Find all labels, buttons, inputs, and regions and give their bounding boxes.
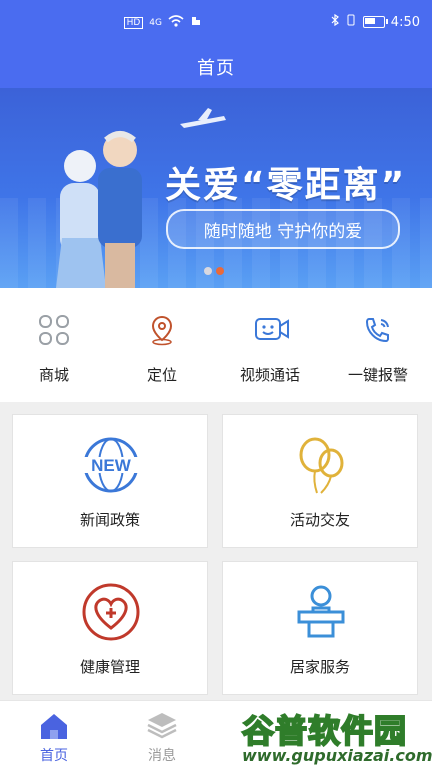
tab-label: 首页 xyxy=(40,748,68,764)
signal-label: 4G xyxy=(149,18,162,28)
status-bar: HD 4G 4:50 xyxy=(0,0,432,44)
watermark-url: www.gupuxiazai.com xyxy=(242,746,432,765)
phone-alarm-icon xyxy=(365,318,389,343)
heart-cross-icon xyxy=(82,583,140,641)
balloons-icon xyxy=(299,437,344,494)
news-globe-icon: NEW xyxy=(81,437,141,493)
airplane-icon xyxy=(180,108,226,128)
app-header: HD 4G 4:50 首页 xyxy=(0,0,432,88)
layers-icon xyxy=(147,713,177,739)
quick-item-shop[interactable]: 商城 xyxy=(0,288,108,402)
battery-icon xyxy=(362,16,388,28)
card-activities-friends[interactable]: 活动交友 xyxy=(222,414,418,548)
quick-item-location[interactable]: 定位 xyxy=(108,288,216,402)
quick-item-label: 定位 xyxy=(146,366,177,384)
app-notify-icon xyxy=(190,15,202,31)
carousel-dot-active[interactable] xyxy=(216,267,224,275)
quick-item-emergency-call[interactable]: 一键报警 xyxy=(324,288,432,402)
card-label: 健康管理 xyxy=(79,658,140,676)
location-pin-icon xyxy=(151,315,173,346)
status-time: 4:50 xyxy=(390,14,420,30)
tab-home[interactable]: 首页 xyxy=(0,701,108,769)
tab-messages[interactable]: 消息 xyxy=(108,701,216,769)
card-home-service[interactable]: 居家服务 xyxy=(222,561,418,695)
hd-icon: HD xyxy=(123,17,144,29)
banner-subline: 随时随地 守护你的爱 xyxy=(166,209,400,249)
card-health-management[interactable]: 健康管理 xyxy=(12,561,208,695)
card-label: 活动交友 xyxy=(289,511,350,529)
home-icon xyxy=(41,714,67,739)
quick-item-label: 一键报警 xyxy=(347,366,408,384)
quick-menu: 商城 定位 视频通话 一键报警 xyxy=(0,288,432,402)
card-label: 新闻政策 xyxy=(79,511,140,529)
status-icons-right: 4:50 xyxy=(331,13,420,30)
carousel-indicator[interactable] xyxy=(204,267,224,275)
carousel-dot[interactable] xyxy=(204,267,212,275)
quick-item-label: 视频通话 xyxy=(239,366,300,384)
quick-item-video-call[interactable]: 视频通话 xyxy=(216,288,324,402)
svg-text:NEW: NEW xyxy=(91,456,132,475)
bluetooth-icon xyxy=(331,13,339,30)
card-label: 居家服务 xyxy=(289,658,350,676)
banner-headline: 关爱“零距离” xyxy=(165,165,407,206)
site-watermark: 谷普软件园 www.gupuxiazai.com xyxy=(236,706,432,768)
quick-item-label: 商城 xyxy=(38,366,69,384)
home-service-icon xyxy=(297,585,345,638)
grid-icon xyxy=(39,315,69,345)
video-call-icon xyxy=(255,318,289,340)
page-title: 首页 xyxy=(197,58,235,79)
card-news-policy[interactable]: NEW 新闻政策 xyxy=(12,414,208,548)
wifi-icon xyxy=(168,15,184,31)
vibrate-icon xyxy=(345,14,357,30)
elderly-couple-illustration xyxy=(56,131,142,288)
tab-label: 消息 xyxy=(148,748,176,764)
promo-banner[interactable]: 关爱“零距离” 随时随地 守护你的爱 xyxy=(0,88,432,288)
status-icons-left: HD 4G xyxy=(123,15,202,31)
